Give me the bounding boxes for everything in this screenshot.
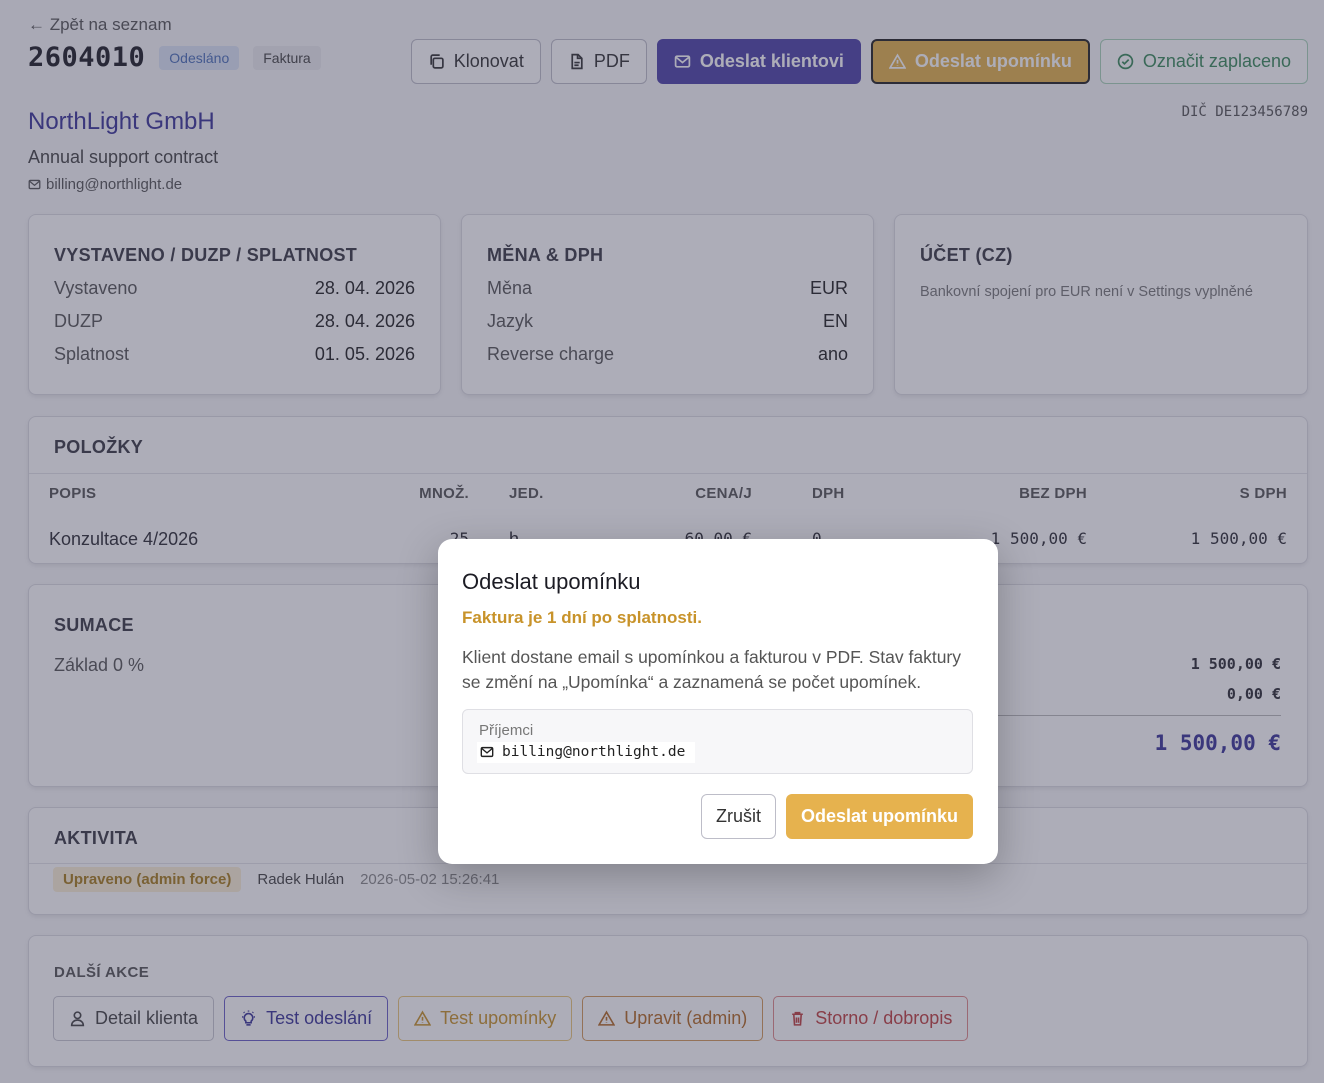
recipients-label: Příjemci — [479, 722, 534, 739]
reminder-dialog: Odeslat upomínku Faktura je 1 dní po spl… — [438, 539, 998, 864]
recipient-chip: billing@northlight.de — [477, 742, 696, 763]
recipients-box: Příjemci billing@northlight.de — [462, 709, 973, 774]
overdue-warning: Faktura je 1 dní po splatnosti. — [462, 608, 702, 627]
mail-icon — [480, 746, 494, 758]
dialog-body: Klient dostane email s upomínkou a faktu… — [462, 647, 961, 692]
recipient-email: billing@northlight.de — [502, 744, 686, 760]
cancel-button[interactable]: Zrušit — [701, 794, 776, 839]
confirm-send-reminder-button[interactable]: Odeslat upomínku — [786, 794, 973, 839]
dialog-title: Odeslat upomínku — [462, 569, 641, 594]
